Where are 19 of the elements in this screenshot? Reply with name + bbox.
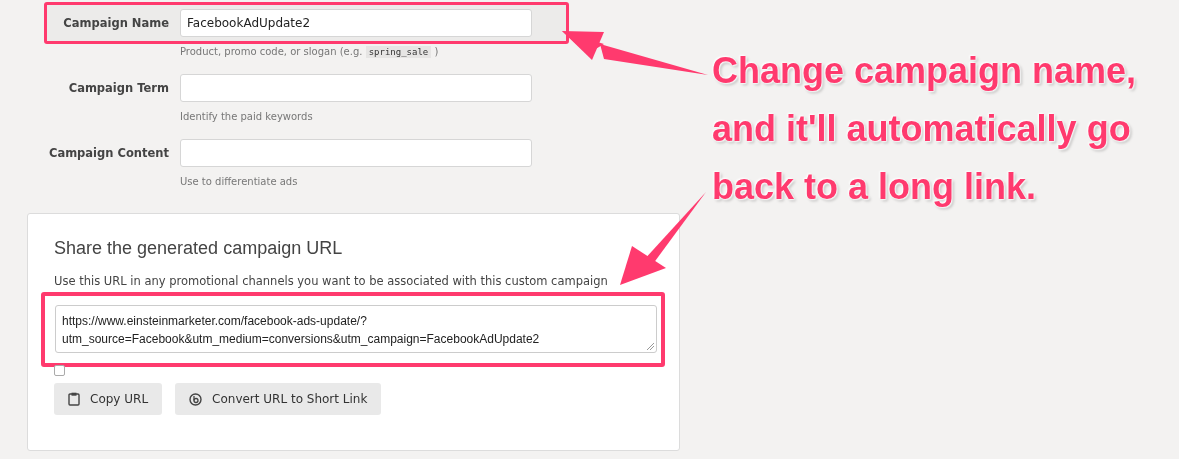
hint-text: Identify the paid keywords [180, 110, 314, 124]
checkbox[interactable] [54, 365, 65, 376]
card-title: Share the generated campaign URL [54, 238, 344, 259]
annotation-text: Change campaign name, and it'll automatically go back to a long link. [712, 49, 1138, 209]
text-field[interactable]: FacebookAdUpdate2 [180, 9, 532, 37]
text-field[interactable] [180, 74, 532, 102]
field-label: Campaign Term [67, 81, 170, 95]
url-textarea[interactable]: https://www.einsteinmarketer.com/facebook-ads-update/?utm_source=Facebook&utm_medium=conversions&utm_campaign=FacebookAdUpdate2 [55, 305, 657, 353]
hint-text: Use to differentiate ads [180, 175, 299, 189]
field-label: Campaign Name [62, 16, 170, 30]
text-field[interactable] [180, 139, 532, 167]
hint-text: Product, promo code, or slogan (e.g. spring_sale ) [180, 45, 440, 60]
action-button[interactable]: Convert URL to Short Link [175, 383, 382, 415]
description-text: Use this URL in any promotional channels you want to be associated with this custom campaign [54, 274, 609, 288]
field-label: Campaign Content [47, 146, 170, 160]
action-button[interactable]: Copy URL [54, 383, 163, 415]
link-logo-icon [189, 392, 203, 406]
clipboard-icon [68, 392, 80, 406]
resize-grip-icon[interactable] [647, 343, 654, 350]
